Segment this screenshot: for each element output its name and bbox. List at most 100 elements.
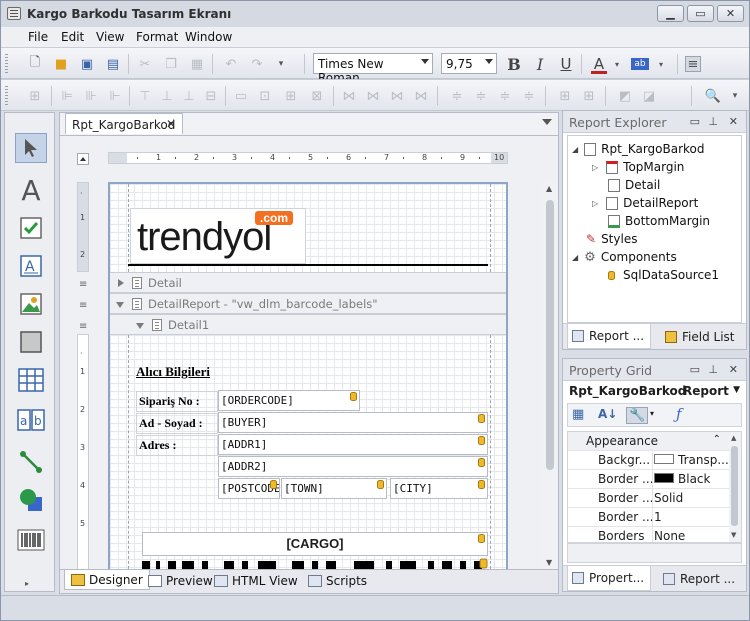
scroll-down-icon[interactable]: ▼ (731, 531, 736, 539)
header-rule-line[interactable] (128, 264, 488, 266)
zoom-icon[interactable]: 🔍 (705, 88, 721, 104)
menu-format[interactable]: Format (136, 30, 178, 44)
bring-front-icon[interactable]: ◩ (617, 88, 633, 104)
chevron-down-icon[interactable]: ▾ (653, 56, 669, 72)
tab-list-dropdown-icon[interactable] (542, 119, 552, 125)
align-middles-icon[interactable]: ⊥ (159, 88, 175, 104)
font-size-combo[interactable]: 9,75 (441, 53, 497, 74)
align-rights-icon[interactable]: ⊩ (107, 88, 123, 104)
chevron-down-icon[interactable]: ▾ (609, 56, 625, 72)
toolbar-grip[interactable] (5, 54, 8, 74)
v-space-remove-icon[interactable]: ≑ (521, 88, 537, 104)
menu-view[interactable]: View (96, 30, 124, 44)
band-handle-icon[interactable]: ≡ (79, 279, 87, 290)
tree-item-topmargin[interactable]: ▷ TopMargin (592, 158, 684, 176)
collapse-icon[interactable]: ⌃ (713, 434, 721, 445)
postcode-field[interactable]: [POSTCODE] (218, 478, 280, 499)
toolbar-grip[interactable] (5, 86, 8, 106)
same-size-icon[interactable]: ⊡ (257, 88, 273, 104)
window-position-icon[interactable]: ▭ (690, 363, 700, 376)
expand-icon[interactable]: ▷ (592, 163, 598, 172)
save-all-icon[interactable]: ▤ (105, 56, 121, 72)
center-h-icon[interactable]: ⊞ (557, 88, 573, 104)
tab-report-gallery[interactable]: Report ... (659, 566, 739, 591)
shape-tool[interactable] (15, 485, 47, 515)
logo-picture[interactable]: trendyol .com (130, 208, 306, 264)
checkbox-tool[interactable] (15, 213, 47, 243)
toolbar-overflow-icon[interactable]: ▾ (273, 56, 289, 72)
pointer-tool[interactable] (15, 133, 47, 163)
picturebox-tool[interactable] (15, 289, 47, 319)
scrollbar-thumb[interactable] (731, 446, 738, 526)
tab-preview[interactable]: Preview (148, 574, 213, 588)
h-space-inc-icon[interactable]: ⋈ (365, 88, 381, 104)
ordercode-field[interactable]: [ORDERCODE] (218, 390, 360, 411)
v-space-inc-icon[interactable]: ≑ (473, 88, 489, 104)
align-to-grid-icon[interactable]: ⊞ (27, 88, 43, 104)
scroll-down-icon[interactable]: ▼ (546, 558, 552, 567)
tree-item-components[interactable]: ◢ ⚙ Components (572, 248, 677, 266)
font-color-icon[interactable]: A (591, 55, 607, 74)
menu-file[interactable]: File (28, 30, 48, 44)
topmargin-band[interactable]: trendyol .com (110, 184, 506, 272)
align-centers-icon[interactable]: ⊪ (83, 88, 99, 104)
scroll-up-icon[interactable]: ▲ (546, 184, 552, 193)
cargo-field[interactable]: [CARGO] (142, 532, 488, 556)
copy-icon[interactable]: ❐ (163, 56, 179, 72)
tab-report-explorer[interactable]: Report ... (567, 324, 651, 349)
v-space-dec-icon[interactable]: ≑ (497, 88, 513, 104)
scroll-up-icon[interactable]: ▲ (731, 434, 736, 442)
tab-rpt-kargobarkod[interactable]: Rpt_KargoBarkod ✕ (65, 113, 183, 134)
align-bottoms-icon[interactable]: ⊥ (181, 88, 197, 104)
tab-scripts[interactable]: Scripts (308, 574, 367, 588)
collapse-icon[interactable]: ◢ (572, 253, 578, 262)
h-space-equal-icon[interactable]: ⋈ (341, 88, 357, 104)
collapse-icon[interactable] (116, 302, 124, 308)
size-to-grid-icon[interactable]: ⊞ (283, 88, 299, 104)
pin-icon[interactable]: ⊥ (708, 363, 718, 376)
object-selector[interactable]: Rpt_KargoBarkod Report ▼ (567, 381, 742, 401)
alphabetical-icon[interactable]: A↓ (598, 407, 617, 421)
property-row[interactable]: Border ... Black (568, 470, 741, 489)
pin-icon[interactable]: ⊥ (708, 115, 718, 128)
close-icon[interactable]: ✕ (729, 363, 738, 376)
menu-window[interactable]: Window (185, 30, 232, 44)
label-tool[interactable]: A (15, 174, 47, 207)
cut-icon[interactable]: ✂ (137, 56, 153, 72)
vertical-scrollbar[interactable]: ▲ ▼ (543, 182, 557, 569)
categorized-icon[interactable]: ▦ (572, 407, 584, 422)
tree-item-report[interactable]: ◢ Rpt_KargoBarkod (572, 140, 705, 158)
band-handle-icon[interactable]: ≡ (79, 321, 87, 332)
undo-icon[interactable]: ↶ (223, 56, 239, 72)
expand-icon[interactable]: ▷ (592, 199, 598, 208)
align-left-icon[interactable]: ≡ (685, 56, 701, 72)
property-scrollbar[interactable]: ▲ ▼ (729, 432, 741, 542)
redo-icon[interactable]: ↷ (249, 56, 265, 72)
address-label[interactable]: Adres : (136, 435, 218, 456)
addr1-field[interactable]: [ADDR1] (218, 434, 488, 455)
recipient-heading[interactable]: Alıcı Bilgileri (136, 364, 210, 380)
same-height-icon[interactable]: ▭ (233, 88, 249, 104)
barcode-control[interactable] (142, 557, 488, 569)
band-header-detailreport[interactable]: DetailReport - "vw_dlm_barcode_labels" (110, 293, 506, 314)
highlight-icon[interactable]: ab (631, 58, 649, 70)
close-icon[interactable]: ✕ (729, 115, 738, 128)
ruler-corner[interactable] (77, 153, 89, 165)
band-header-detail[interactable]: Detail (110, 272, 506, 293)
tab-property-grid[interactable]: Propert... (567, 566, 651, 591)
property-row[interactable]: Borders None (568, 527, 741, 542)
v-space-equal-icon[interactable]: ≑ (449, 88, 465, 104)
property-row[interactable]: Border ... 1 (568, 508, 741, 527)
close-button[interactable]: ✕ (717, 5, 744, 22)
richtext-tool[interactable]: A (15, 251, 47, 281)
city-field[interactable]: [CITY] (390, 478, 488, 499)
detail1-band[interactable]: Alıcı Bilgileri Sipariş No : [ORDERCODE]… (110, 335, 506, 569)
collapse-icon[interactable] (136, 323, 144, 329)
expand-icon[interactable] (118, 279, 124, 287)
name-label[interactable]: Ad - Soyad : (136, 413, 218, 434)
h-space-remove-icon[interactable]: ⋈ (413, 88, 429, 104)
bold-icon[interactable]: B (506, 55, 522, 74)
tree-item-styles[interactable]: ✎ Styles (586, 230, 637, 248)
buyer-field[interactable]: [BUYER] (218, 412, 488, 433)
maximize-button[interactable]: ▭ (687, 5, 714, 22)
